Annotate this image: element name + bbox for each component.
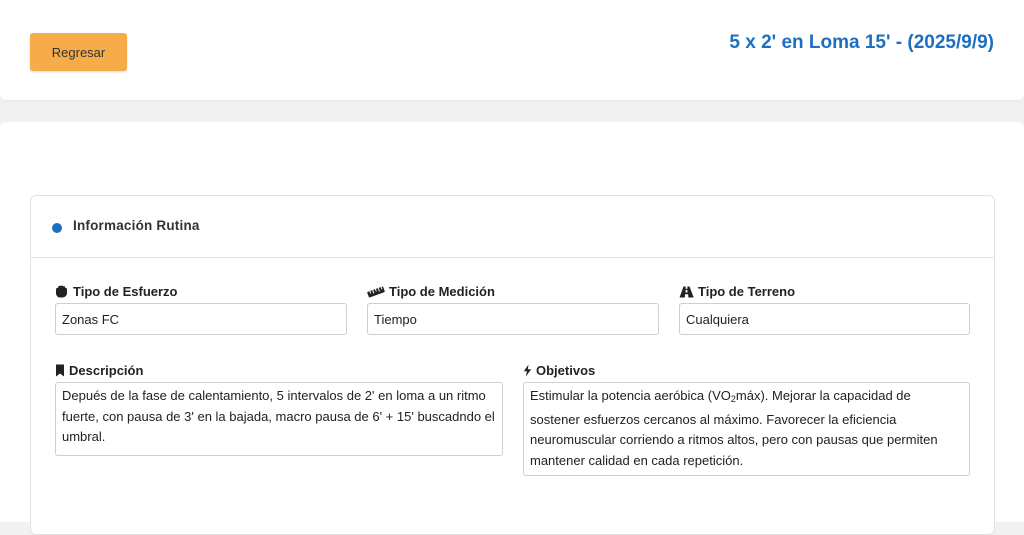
- header-card: Regresar 5 x 2' en Loma 15' - (2025/9/9): [0, 0, 1024, 100]
- description-label-text: Descripción: [69, 363, 144, 378]
- back-button[interactable]: Regresar: [30, 33, 127, 71]
- effort-label-text: Tipo de Esfuerzo: [73, 284, 178, 299]
- effort-label: Tipo de Esfuerzo: [55, 284, 178, 299]
- measurement-label-text: Tipo de Medición: [389, 284, 495, 299]
- objectives-label: Objetivos: [523, 363, 595, 378]
- measurement-field[interactable]: Tiempo: [367, 303, 659, 335]
- objectives-text-pre: Estimular la potencia aeróbica (VO: [530, 388, 731, 403]
- terrain-field[interactable]: Cualquiera: [679, 303, 970, 335]
- objectives-label-text: Objetivos: [536, 363, 596, 378]
- main-card: Información Rutina Tipo de Esfuerzo Zona…: [0, 122, 1024, 535]
- panel-title: Información Rutina: [73, 218, 200, 233]
- ruler-icon: [367, 286, 385, 298]
- objectives-textarea[interactable]: Estimular la potencia aeróbica (VO2máx).…: [523, 382, 970, 476]
- measurement-label: Tipo de Medición: [367, 284, 495, 299]
- panel-header: Información Rutina: [31, 196, 994, 258]
- description-label: Descripción: [55, 363, 143, 378]
- terrain-label-text: Tipo de Terreno: [698, 284, 796, 299]
- hand-icon: [55, 285, 69, 298]
- effort-field[interactable]: Zonas FC: [55, 303, 347, 335]
- road-icon: [679, 286, 694, 298]
- page-title: 5 x 2' en Loma 15' - (2025/9/9): [729, 32, 994, 53]
- terrain-label: Tipo de Terreno: [679, 284, 795, 299]
- bookmark-icon: [55, 364, 65, 377]
- routine-info-panel: Información Rutina Tipo de Esfuerzo Zona…: [30, 195, 995, 535]
- bolt-icon: [523, 364, 532, 377]
- description-textarea[interactable]: Depués de la fase de calentamiento, 5 in…: [55, 382, 503, 456]
- dot-icon: [52, 223, 62, 233]
